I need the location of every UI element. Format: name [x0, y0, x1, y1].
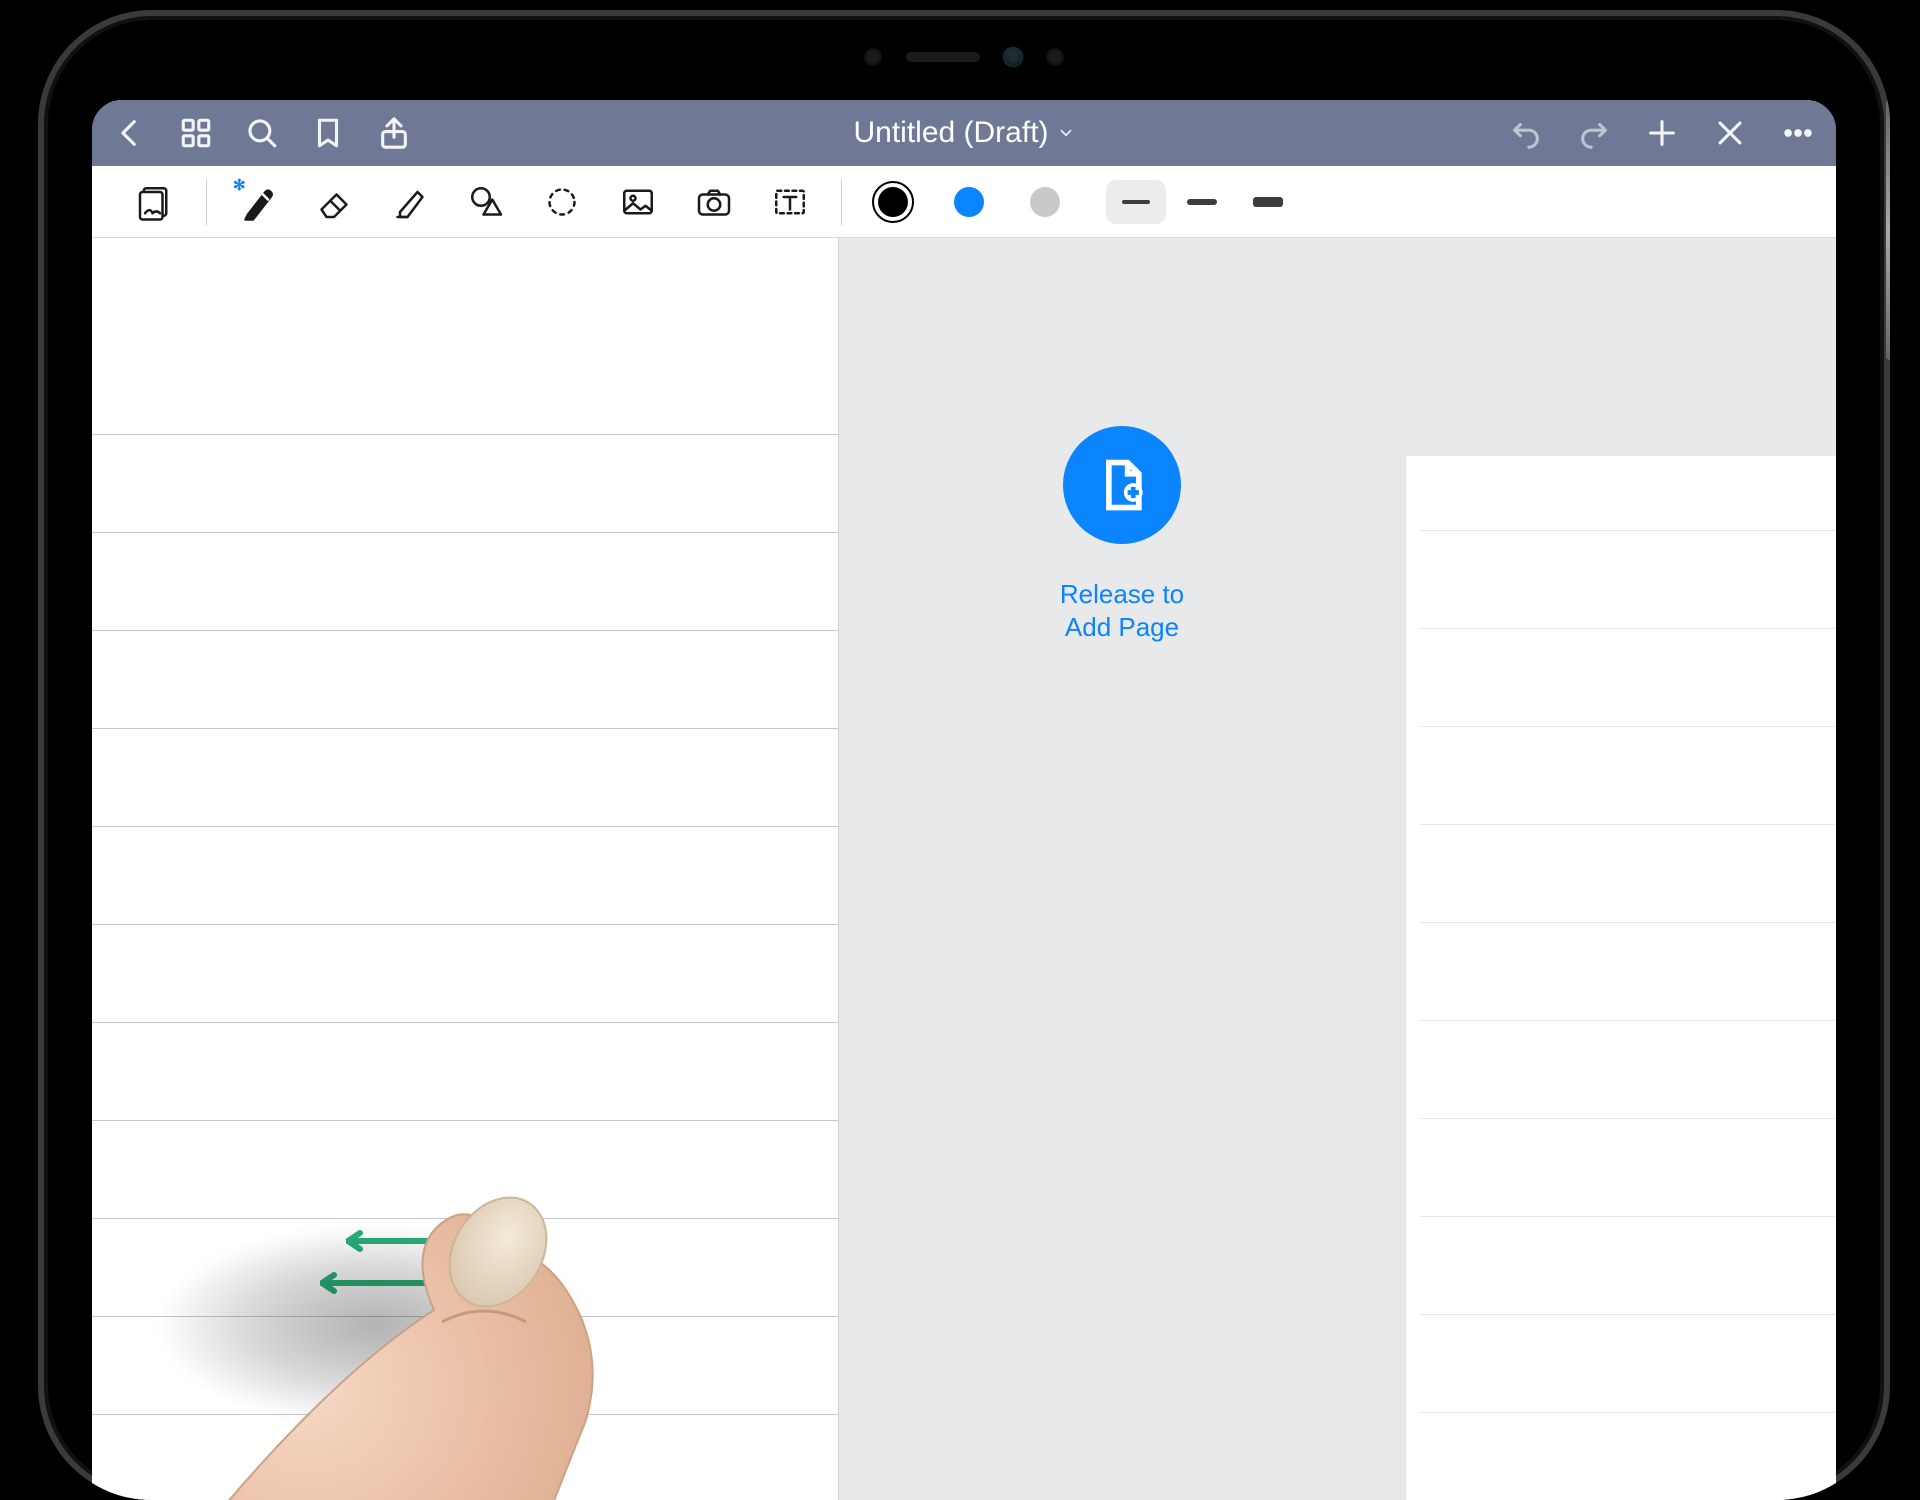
color-gray-button[interactable] [1010, 174, 1080, 230]
text-tool-button[interactable] [755, 174, 825, 230]
stylus-toggle-button[interactable] [1710, 113, 1750, 153]
canvas-area[interactable]: Release to Add Page [92, 238, 1836, 1500]
navbar: Untitled (Draft) [92, 100, 1836, 166]
ruled-paper-lines [1420, 530, 1836, 1500]
add-page-icon [1063, 426, 1181, 544]
color-blue-button[interactable] [934, 174, 1004, 230]
stroke-thin-button[interactable] [1106, 180, 1166, 224]
device-edge-highlight [1886, 100, 1890, 360]
page-template-button[interactable] [120, 174, 190, 230]
pen-tool-button[interactable]: ✻ [223, 174, 293, 230]
add-page-label-line1: Release to [1060, 578, 1184, 611]
stroke-weight-icon [1253, 197, 1283, 207]
ipad-frame: Untitled (Draft) [38, 10, 1890, 1500]
lasso-tool-button[interactable] [527, 174, 597, 230]
next-page-preview[interactable] [1406, 456, 1836, 1500]
back-button[interactable] [110, 113, 150, 153]
search-button[interactable] [242, 113, 282, 153]
add-page-label-line2: Add Page [1060, 611, 1184, 644]
page-grid-button[interactable] [176, 113, 216, 153]
current-page[interactable] [92, 238, 838, 1500]
document-title-text: Untitled (Draft) [853, 116, 1048, 150]
redo-button[interactable] [1574, 113, 1614, 153]
camera-tool-button[interactable] [679, 174, 749, 230]
bluetooth-icon: ✻ [233, 176, 246, 194]
add-page-label: Release to Add Page [1060, 578, 1184, 643]
toolbar-separator [206, 179, 207, 225]
ruled-paper-lines [92, 434, 838, 1500]
undo-button[interactable] [1506, 113, 1546, 153]
image-tool-button[interactable] [603, 174, 673, 230]
more-button[interactable] [1778, 113, 1818, 153]
stroke-weight-icon [1122, 200, 1150, 204]
sensor-cluster [854, 46, 1074, 68]
shapes-tool-button[interactable] [451, 174, 521, 230]
highlighter-tool-button[interactable] [375, 174, 445, 230]
eraser-tool-button[interactable] [299, 174, 369, 230]
toolbar-separator [841, 179, 842, 225]
stroke-thick-button[interactable] [1238, 180, 1298, 224]
add-page-prompt[interactable]: Release to Add Page [838, 238, 1406, 1500]
color-swatch-icon [878, 187, 908, 217]
color-swatch-icon [954, 187, 984, 217]
stroke-medium-button[interactable] [1172, 180, 1232, 224]
toolbar: ✻ [92, 166, 1836, 238]
bookmark-button[interactable] [308, 113, 348, 153]
stroke-weight-icon [1187, 199, 1217, 205]
screen: Untitled (Draft) [92, 100, 1836, 1500]
color-black-button[interactable] [858, 174, 928, 230]
add-button[interactable] [1642, 113, 1682, 153]
chevron-down-icon [1057, 116, 1075, 150]
color-swatch-icon [1030, 187, 1060, 217]
share-button[interactable] [374, 113, 414, 153]
